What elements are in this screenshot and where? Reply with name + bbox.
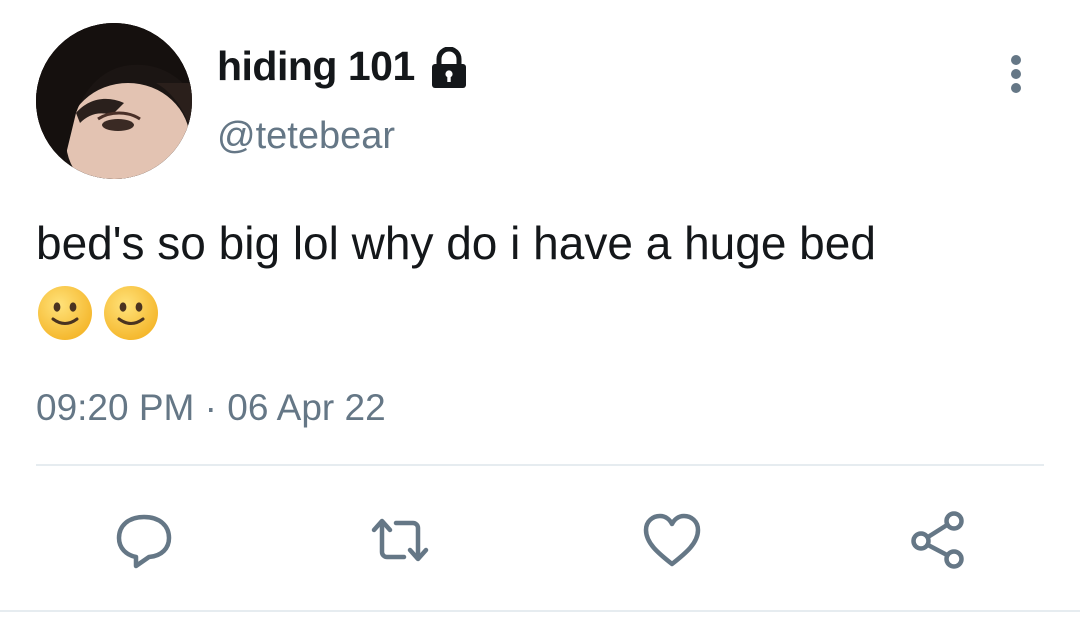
tweet-time: 09:20 PM (36, 387, 195, 428)
reply-button[interactable] (112, 508, 176, 572)
like-icon (643, 513, 701, 567)
slightly-smiling-face-emoji (104, 286, 158, 340)
tweet-date: 06 Apr 22 (227, 387, 386, 428)
share-button[interactable] (906, 508, 970, 572)
lock-icon (429, 46, 469, 89)
timestamp-separator: · (204, 387, 217, 428)
divider (36, 464, 1044, 466)
more-options-button[interactable] (996, 52, 1036, 96)
user-handle[interactable]: @tetebear (217, 112, 395, 160)
reply-icon (116, 514, 172, 569)
share-icon (911, 511, 964, 569)
like-button[interactable] (640, 508, 704, 572)
avatar-photo (36, 23, 192, 179)
tweet-text: bed's so big lol why do i have a huge be… (36, 217, 876, 269)
display-name[interactable]: hiding 101 (217, 40, 415, 92)
retweet-button[interactable] (368, 508, 432, 572)
bottom-divider (0, 610, 1080, 612)
more-vertical-icon (1011, 55, 1021, 93)
tweet-timestamp[interactable]: 09:20 PM · 06 Apr 22 (36, 384, 386, 432)
avatar[interactable] (36, 23, 192, 179)
emoji-row (36, 284, 160, 342)
slightly-smiling-face-emoji (38, 286, 92, 340)
display-name-row[interactable]: hiding 101 (217, 40, 469, 92)
retweet-icon (371, 518, 429, 562)
